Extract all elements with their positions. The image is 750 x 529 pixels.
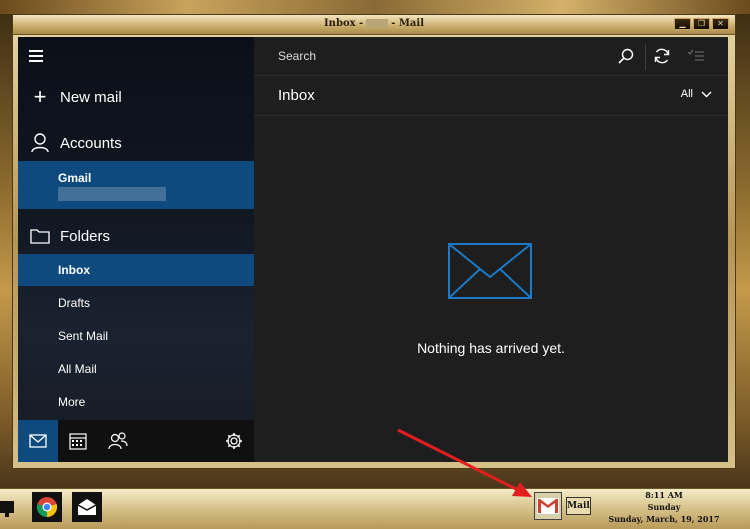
toolbar-divider	[645, 44, 646, 70]
folder-label: Sent Mail	[58, 329, 109, 343]
new-mail-button[interactable]: + New mail	[18, 83, 254, 111]
gmail-icon	[537, 498, 559, 514]
search-button[interactable]	[614, 45, 638, 67]
taskbar-mail-label[interactable]: Mail	[566, 497, 591, 515]
taskbar-chrome[interactable]	[32, 492, 62, 522]
desktop-wallpaper	[0, 0, 750, 14]
clock-time: 8:11 AM	[645, 490, 683, 500]
chrome-icon	[36, 497, 58, 518]
people-icon	[108, 432, 128, 450]
sidebar-bottom-bar	[18, 420, 254, 462]
title-bar[interactable]: Inbox - - Mail ▁ ❐ ✕	[13, 15, 735, 35]
plus-icon: +	[33, 84, 47, 109]
folder-more[interactable]: More	[18, 386, 254, 418]
chevron-down-icon	[701, 91, 712, 97]
account-name: Gmail	[58, 171, 92, 185]
sync-icon	[654, 48, 670, 64]
filter-dropdown[interactable]: All	[681, 88, 712, 100]
folders-button[interactable]: Folders	[18, 222, 254, 250]
account-gmail[interactable]: Gmail	[18, 161, 254, 209]
filter-label: All	[680, 88, 693, 100]
monitor-icon	[0, 501, 14, 517]
taskbar-gmail[interactable]	[534, 492, 562, 520]
accounts-button[interactable]: Accounts	[18, 129, 254, 157]
folder-inbox[interactable]: Inbox	[18, 254, 254, 286]
new-mail-label: New mail	[60, 88, 122, 106]
mail-icon	[29, 434, 47, 448]
window-title-suffix: - Mail	[391, 18, 424, 29]
list-header: Inbox All	[254, 75, 728, 116]
folder-label: All Mail	[58, 362, 97, 376]
empty-envelope-icon	[448, 243, 532, 299]
empty-state-message: Nothing has arrived yet.	[417, 340, 565, 356]
minimize-button[interactable]: ▁	[674, 18, 691, 30]
selection-mode-button[interactable]	[684, 45, 708, 67]
folder-label: Inbox	[58, 263, 90, 277]
search-bar	[254, 37, 728, 76]
search-input[interactable]	[264, 42, 632, 70]
sidebar: + New mail Accounts Gmail Folders Inbox …	[18, 37, 254, 462]
search-icon	[618, 48, 634, 64]
sync-button[interactable]	[650, 45, 674, 67]
folder-title: Inbox	[278, 87, 315, 104]
folder-icon	[30, 229, 50, 244]
clock-day: Sunday	[647, 502, 681, 512]
close-button[interactable]: ✕	[712, 18, 729, 30]
switch-to-people-button[interactable]	[98, 420, 138, 462]
window-title: Inbox - - Mail	[13, 18, 735, 29]
person-icon	[31, 133, 49, 153]
clock-date: Sunday, March, 19, 2017	[608, 514, 720, 524]
taskbar-clock[interactable]: 8:11 AM Sunday Sunday, March, 19, 2017	[606, 489, 722, 525]
folder-sent-mail[interactable]: Sent Mail	[18, 320, 254, 352]
gear-icon	[226, 433, 242, 449]
restore-button[interactable]: ❐	[693, 18, 710, 30]
hamburger-menu-icon[interactable]	[29, 50, 43, 65]
redacted-account-blur	[366, 19, 389, 28]
folder-label: More	[58, 395, 86, 409]
calendar-icon	[69, 433, 87, 450]
folder-drafts[interactable]: Drafts	[18, 287, 254, 319]
taskbar-mail-app[interactable]	[72, 492, 102, 522]
taskbar-monitor[interactable]	[0, 494, 16, 524]
switch-to-calendar-button[interactable]	[58, 420, 98, 462]
switch-to-mail-button[interactable]	[18, 420, 58, 462]
mail-app-icon	[77, 499, 97, 515]
select-list-icon	[687, 49, 704, 61]
mail-window: Inbox - - Mail ▁ ❐ ✕ + New mail Accounts …	[12, 14, 736, 469]
accounts-label: Accounts	[60, 134, 122, 152]
message-list-pane: Inbox All Nothing has arrived yet.	[254, 37, 728, 462]
folder-all-mail[interactable]: All Mail	[18, 353, 254, 385]
folder-label: Drafts	[58, 296, 91, 310]
settings-button[interactable]	[214, 420, 254, 462]
window-title-prefix: Inbox -	[324, 18, 364, 29]
redacted-email-blur	[58, 187, 166, 201]
folders-label: Folders	[60, 227, 111, 245]
mail-client: + New mail Accounts Gmail Folders Inbox …	[18, 37, 728, 462]
